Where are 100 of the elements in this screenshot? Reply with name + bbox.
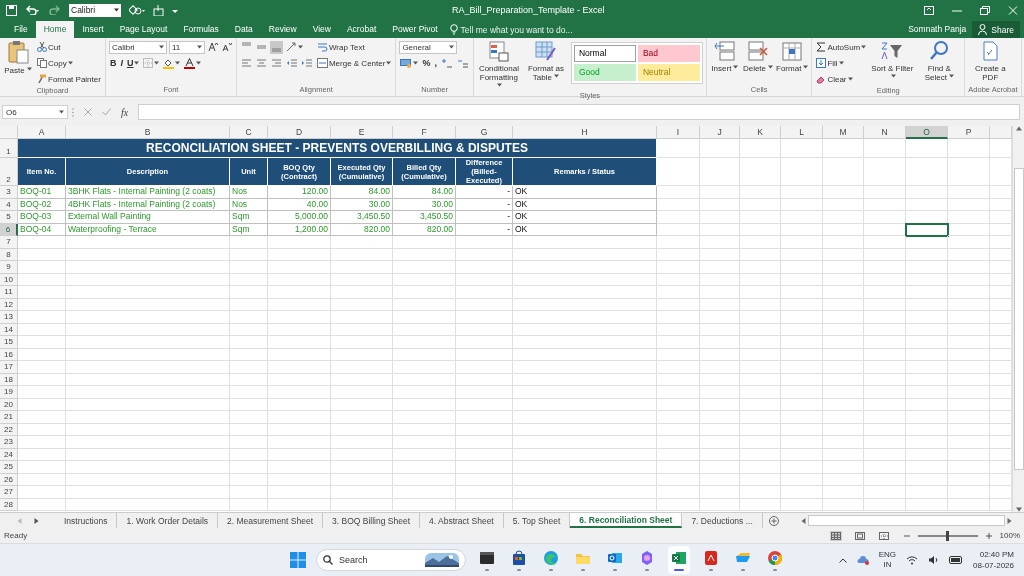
chevron-up-icon[interactable] (838, 557, 847, 563)
add-icon[interactable] (768, 515, 779, 526)
ribbon-button[interactable]: Wrap Text (315, 40, 366, 54)
ribbon-tab[interactable]: Review (260, 21, 305, 38)
ribbon-button[interactable]: Insert (709, 40, 740, 73)
battery-icon[interactable] (949, 556, 964, 564)
touch-icon[interactable] (153, 4, 164, 16)
ribbon-tab[interactable]: Formulas (175, 21, 227, 38)
font-field[interactable]: Calibri (69, 3, 121, 17)
ribbon-button[interactable]: Merge & Center (315, 56, 393, 70)
ribbon-button[interactable]: Format (776, 40, 809, 73)
insert-function-button[interactable]: fx (121, 106, 129, 118)
ribbon-button[interactable]: Copy (36, 56, 74, 70)
tool-button[interactable] (183, 56, 203, 70)
speaker-icon[interactable] (928, 555, 940, 565)
column-header[interactable]: M (823, 126, 864, 139)
ribbon-button[interactable]: Format as Table (523, 40, 568, 82)
ribbon-button[interactable]: Conditional Formatting (476, 40, 521, 91)
vertical-scrollbar[interactable] (1012, 126, 1024, 512)
tool-button[interactable] (399, 56, 420, 70)
italic-button[interactable]: I (119, 56, 124, 70)
view-button[interactable] (829, 530, 842, 541)
ribbon-tab[interactable]: View (304, 21, 339, 38)
ribbon-button[interactable]: AutoSum (815, 40, 868, 54)
row-header[interactable]: 7 (0, 236, 18, 249)
dropdown-field[interactable]: 11 (168, 40, 205, 54)
row-header[interactable]: 11 (0, 286, 18, 299)
cloud-icon[interactable] (856, 555, 869, 565)
ribbon-button[interactable]: Sort & Filter (870, 40, 915, 82)
select-all-button[interactable] (0, 126, 18, 139)
ribbon-display-icon[interactable] (924, 5, 934, 15)
tool-button[interactable] (220, 40, 233, 54)
tell-me-field[interactable]: Tell me what you want to do... (449, 21, 573, 38)
formula-field[interactable] (138, 104, 1020, 120)
row-header[interactable]: 19 (0, 386, 18, 399)
wifi-icon[interactable] (906, 555, 919, 565)
ribbon-tab[interactable]: File (6, 21, 36, 38)
column-header[interactable]: D (268, 126, 331, 139)
underline-button[interactable]: U (125, 56, 141, 70)
name-box[interactable]: O6 (2, 105, 68, 119)
cell-style[interactable]: Normal (573, 45, 636, 62)
column-header[interactable]: N (864, 126, 906, 139)
bold-button[interactable]: B (108, 56, 118, 70)
row-header[interactable]: 1 (0, 139, 18, 158)
restore-icon[interactable] (980, 5, 990, 15)
ribbon-button[interactable]: Format Painter (36, 72, 102, 86)
clock[interactable]: 02:40 PM 08-07-2026 (973, 549, 1014, 571)
column-header[interactable]: E (331, 126, 393, 139)
check-icon[interactable] (102, 108, 111, 116)
ribbon-button[interactable]: Delete (742, 40, 774, 73)
ribbon-button[interactable]: Create a PDF (968, 40, 1013, 82)
zoom-level[interactable]: 100% (999, 531, 1020, 540)
comma-style-button[interactable]: , (433, 56, 438, 70)
row-header[interactable]: 21 (0, 411, 18, 424)
horizontal-scrollbar[interactable] (807, 515, 1005, 526)
view-button[interactable] (877, 530, 890, 541)
save-icon[interactable] (6, 4, 17, 16)
column-header[interactable]: F (393, 126, 456, 139)
windows-icon[interactable] (290, 552, 306, 568)
percent-button[interactable]: % (421, 56, 432, 70)
column-header[interactable]: A (18, 126, 66, 139)
column-header[interactable]: K (740, 126, 781, 139)
ribbon-button[interactable]: Find & Select (917, 40, 962, 82)
ribbon-tab[interactable]: Data (226, 21, 261, 38)
row-header[interactable]: 13 (0, 311, 18, 324)
share-button[interactable]: Share (972, 21, 1020, 38)
row-header[interactable]: 5 (0, 211, 18, 224)
sheet-tab[interactable]: 6. Reconciliation Sheet (570, 513, 683, 528)
column-header[interactable] (990, 126, 1012, 139)
zoom-out-icon[interactable] (903, 532, 910, 539)
spreadsheet-app-button[interactable] (668, 546, 690, 574)
search-field[interactable]: Search (316, 549, 466, 571)
ribbon-tab[interactable]: Acrobat (338, 21, 385, 38)
row-header[interactable]: 2 (0, 158, 18, 186)
tool-button[interactable] (206, 40, 219, 54)
slider-thumb[interactable] (946, 530, 950, 541)
selected-cell[interactable] (906, 223, 948, 236)
view-button[interactable] (853, 530, 866, 541)
column-header[interactable]: L (781, 126, 823, 139)
row-header[interactable]: 9 (0, 261, 18, 274)
column-header[interactable]: C (230, 126, 268, 139)
ribbon-button[interactable]: Clear (815, 72, 854, 86)
language-indicator[interactable]: ENG IN (878, 550, 897, 570)
column-header[interactable]: I (657, 126, 700, 139)
dropdown-field[interactable]: Calibri (108, 40, 167, 54)
shapes-icon[interactable] (129, 4, 145, 16)
zoom-in-icon[interactable] (985, 532, 992, 539)
dropdown-field[interactable]: General (399, 40, 458, 54)
column-header[interactable]: O (906, 126, 948, 139)
tool-button[interactable] (284, 40, 304, 54)
customize-icon[interactable] (172, 7, 178, 13)
row-header[interactable]: 17 (0, 361, 18, 374)
column-header[interactable]: B (66, 126, 230, 139)
ribbon-tab[interactable]: Page Layout (111, 21, 176, 38)
cancel-icon[interactable] (84, 108, 92, 116)
redo-icon[interactable] (47, 5, 61, 15)
column-header[interactable]: P (948, 126, 990, 139)
row-header[interactable]: 23 (0, 436, 18, 449)
column-header[interactable]: G (456, 126, 513, 139)
row-header[interactable]: 25 (0, 461, 18, 474)
